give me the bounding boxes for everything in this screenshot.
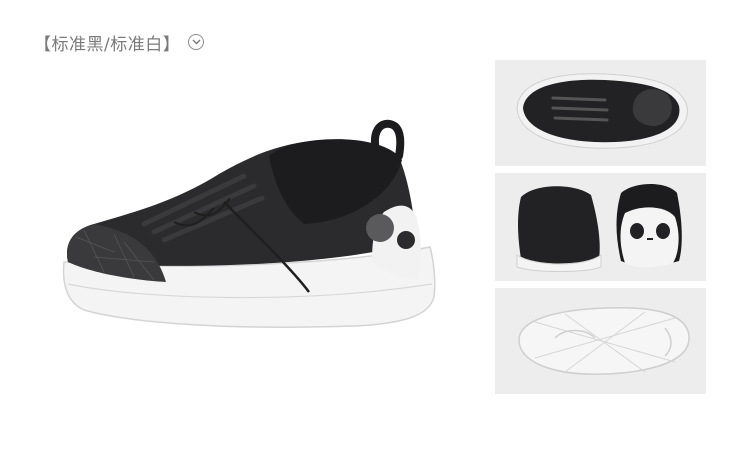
main-product-image [54, 112, 444, 344]
variant-label: 【标准黑/标准白】 [34, 34, 181, 55]
thumbnail-top-view[interactable] [495, 60, 706, 166]
thumbnail-heel-view[interactable] [495, 173, 706, 281]
chevron-down-icon[interactable] [188, 34, 205, 50]
thumbnail-sole-view[interactable] [495, 288, 706, 394]
variant-selector[interactable]: 【标准黑/标准白】 [34, 30, 205, 55]
